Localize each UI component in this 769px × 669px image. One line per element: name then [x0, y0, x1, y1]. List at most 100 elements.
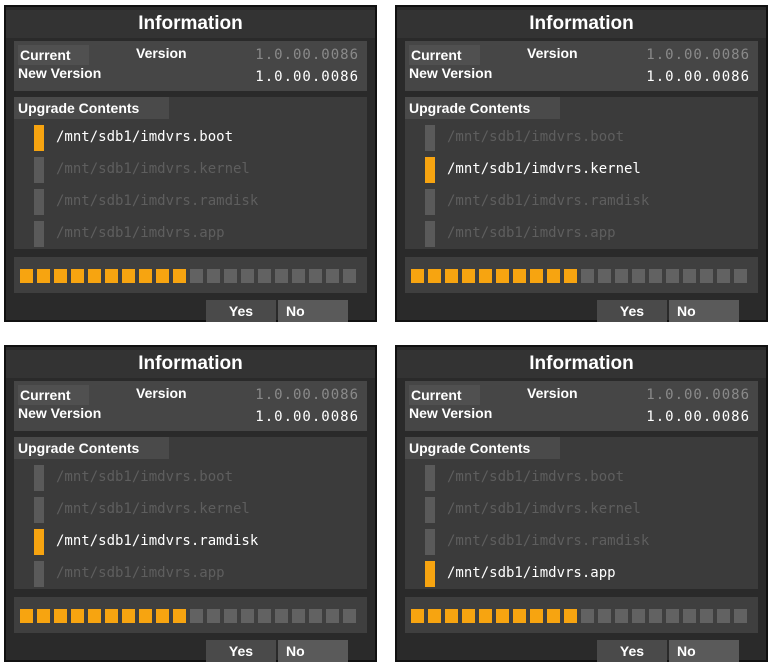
progress-segment	[37, 609, 50, 623]
upgrade-item[interactable]: /mnt/sdb1/imdvrs.ramdisk	[34, 529, 354, 555]
progress-segment	[54, 609, 67, 623]
version-label: Version	[136, 45, 187, 61]
progress-segment	[37, 269, 50, 283]
version-box: Current Version New Version 1.0.00.0086 …	[14, 381, 367, 431]
progress-segment	[326, 269, 339, 283]
no-button[interactable]: No	[278, 640, 348, 662]
progress-segment	[445, 609, 458, 623]
progress-segment	[292, 609, 305, 623]
progress-segment	[666, 609, 679, 623]
yes-button[interactable]: Yes	[206, 640, 276, 662]
upgrade-item[interactable]: /mnt/sdb1/imdvrs.kernel	[425, 157, 745, 183]
item-marker-icon	[425, 157, 435, 183]
new-version-value: 1.0.00.0086	[646, 409, 750, 425]
item-path: /mnt/sdb1/imdvrs.boot	[447, 129, 625, 145]
progress-bar	[411, 269, 747, 283]
new-version-value: 1.0.00.0086	[255, 409, 359, 425]
progress-segment	[20, 269, 33, 283]
upgrade-item[interactable]: /mnt/sdb1/imdvrs.app	[34, 561, 354, 587]
version-box: Current Version New Version 1.0.00.0086 …	[14, 41, 367, 91]
progress-box	[405, 257, 758, 293]
item-path: /mnt/sdb1/imdvrs.kernel	[447, 161, 641, 177]
upgrade-contents-title: Upgrade Contents	[405, 97, 560, 119]
progress-segment	[734, 609, 747, 623]
progress-segment	[700, 609, 713, 623]
progress-segment	[258, 269, 271, 283]
upgrade-item[interactable]: /mnt/sdb1/imdvrs.kernel	[34, 157, 354, 183]
yes-button[interactable]: Yes	[597, 640, 667, 662]
upgrade-contents-box: Upgrade Contents /mnt/sdb1/imdvrs.boot /…	[405, 97, 758, 249]
progress-segment	[598, 609, 611, 623]
upgrade-item[interactable]: /mnt/sdb1/imdvrs.ramdisk	[425, 529, 745, 555]
version-label: Version	[527, 385, 578, 401]
yes-button[interactable]: Yes	[206, 300, 276, 322]
upgrade-item[interactable]: /mnt/sdb1/imdvrs.kernel	[34, 497, 354, 523]
progress-segment	[513, 609, 526, 623]
progress-segment	[411, 269, 424, 283]
progress-segment	[683, 609, 696, 623]
item-path: /mnt/sdb1/imdvrs.boot	[447, 469, 625, 485]
upgrade-item[interactable]: /mnt/sdb1/imdvrs.boot	[425, 125, 745, 151]
dialog-title: Information	[6, 350, 375, 378]
progress-segment	[734, 269, 747, 283]
version-label: Version	[136, 385, 187, 401]
item-path: /mnt/sdb1/imdvrs.app	[56, 225, 225, 241]
item-path: /mnt/sdb1/imdvrs.app	[447, 225, 616, 241]
item-marker-icon	[425, 529, 435, 555]
progress-segment	[683, 269, 696, 283]
progress-segment	[649, 269, 662, 283]
progress-segment	[411, 609, 424, 623]
upgrade-item[interactable]: /mnt/sdb1/imdvrs.kernel	[425, 497, 745, 523]
upgrade-dialog: Information Current Version New Version …	[395, 345, 768, 662]
upgrade-item[interactable]: /mnt/sdb1/imdvrs.boot	[34, 125, 354, 151]
upgrade-item[interactable]: /mnt/sdb1/imdvrs.app	[425, 221, 745, 247]
upgrade-item[interactable]: /mnt/sdb1/imdvrs.boot	[34, 465, 354, 491]
progress-segment	[241, 269, 254, 283]
progress-segment	[190, 609, 203, 623]
item-marker-icon	[34, 465, 44, 491]
item-marker-icon	[34, 529, 44, 555]
progress-segment	[513, 269, 526, 283]
item-path: /mnt/sdb1/imdvrs.kernel	[56, 501, 250, 517]
progress-bar	[411, 609, 747, 623]
progress-segment	[173, 269, 186, 283]
current-version-value: 1.0.00.0086	[255, 47, 359, 63]
progress-segment	[258, 609, 271, 623]
progress-segment	[71, 269, 84, 283]
progress-segment	[275, 269, 288, 283]
progress-segment	[20, 609, 33, 623]
progress-segment	[445, 269, 458, 283]
progress-segment	[292, 269, 305, 283]
item-path: /mnt/sdb1/imdvrs.ramdisk	[447, 533, 650, 549]
version-box: Current Version New Version 1.0.00.0086 …	[405, 381, 758, 431]
progress-segment	[462, 269, 475, 283]
progress-segment	[479, 609, 492, 623]
dialog-title: Information	[397, 350, 766, 378]
progress-segment	[173, 609, 186, 623]
progress-segment	[615, 609, 628, 623]
upgrade-item[interactable]: /mnt/sdb1/imdvrs.boot	[425, 465, 745, 491]
progress-segment	[581, 269, 594, 283]
progress-segment	[530, 609, 543, 623]
current-label: Current	[409, 385, 480, 405]
new-version-value: 1.0.00.0086	[255, 69, 359, 85]
no-button[interactable]: No	[669, 300, 739, 322]
progress-segment	[666, 269, 679, 283]
progress-segment	[496, 269, 509, 283]
upgrade-item[interactable]: /mnt/sdb1/imdvrs.app	[34, 221, 354, 247]
progress-segment	[139, 609, 152, 623]
upgrade-item[interactable]: /mnt/sdb1/imdvrs.ramdisk	[425, 189, 745, 215]
item-path: /mnt/sdb1/imdvrs.ramdisk	[56, 533, 259, 549]
item-marker-icon	[34, 497, 44, 523]
progress-segment	[241, 609, 254, 623]
new-version-label: New Version	[18, 405, 102, 421]
progress-segment	[717, 269, 730, 283]
version-label: Version	[527, 45, 578, 61]
yes-button[interactable]: Yes	[597, 300, 667, 322]
no-button[interactable]: No	[278, 300, 348, 322]
progress-segment	[632, 609, 645, 623]
no-button[interactable]: No	[669, 640, 739, 662]
upgrade-contents-title: Upgrade Contents	[14, 97, 169, 119]
upgrade-item[interactable]: /mnt/sdb1/imdvrs.ramdisk	[34, 189, 354, 215]
upgrade-item[interactable]: /mnt/sdb1/imdvrs.app	[425, 561, 745, 587]
